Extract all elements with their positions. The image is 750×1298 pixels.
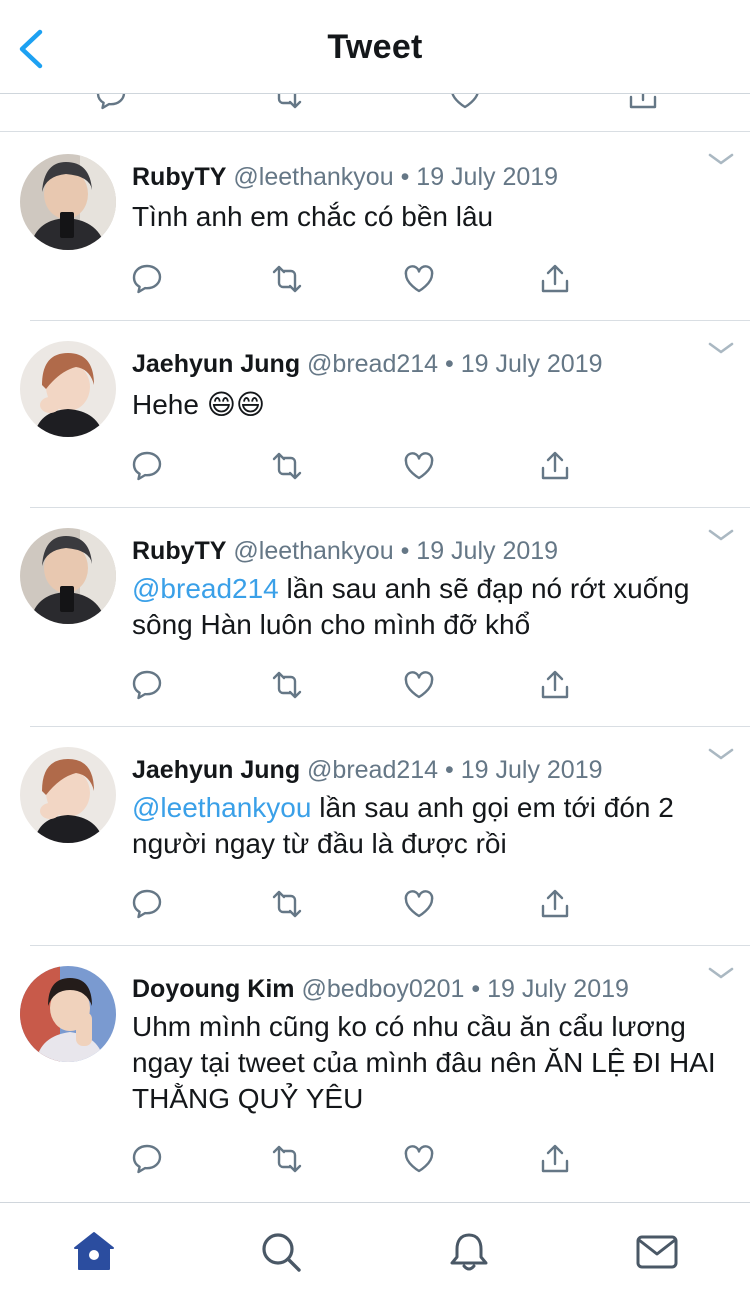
tweet[interactable]: RubyTY @leethankyou • 19 July 2019 @brea… [0,508,750,727]
tweet-date[interactable]: 19 July 2019 [487,975,629,1003]
tweet-date[interactable]: 19 July 2019 [461,756,603,784]
tweet-header: Doyoung Kim @bedboy0201 • 19 July 2019 [132,974,629,1004]
tweet-text: @bread214 lần sau anh sẽ đạp nó rớt xuốn… [132,571,732,643]
avatar-photo [20,528,116,624]
tweet[interactable]: RubyTY @leethankyou • 19 July 2019 Tình … [0,132,750,321]
top-bar: Tweet [0,0,750,94]
share-icon[interactable] [538,668,572,702]
avatar-photo [20,966,116,1062]
share-icon[interactable] [538,1142,572,1176]
like-icon[interactable] [402,262,436,296]
author-name[interactable]: Jaehyun Jung [132,756,300,784]
tweet-date[interactable]: 19 July 2019 [416,537,558,565]
reply-icon[interactable] [130,449,164,483]
chevron-down-icon[interactable] [708,747,734,761]
author-handle[interactable]: @bread214 [307,756,438,784]
tweet-header: RubyTY @leethankyou • 19 July 2019 [132,162,558,192]
avatar-photo [20,341,116,437]
tweet[interactable]: Jaehyun Jung @bread214 • 19 July 2019 He… [0,321,750,508]
chevron-down-icon[interactable] [708,966,734,980]
author-name[interactable]: Doyoung Kim [132,975,295,1003]
tweet-actions [132,449,592,485]
mention-link[interactable]: @bread214 [132,573,279,604]
retweet-icon[interactable] [270,262,304,296]
avatar[interactable] [20,341,116,437]
avatar[interactable] [20,747,116,843]
tweet-header: Jaehyun Jung @bread214 • 19 July 2019 [132,349,603,379]
reply-icon[interactable] [130,262,164,296]
retweet-icon[interactable] [270,887,304,921]
author-handle[interactable]: @leethankyou [233,537,393,565]
tweet[interactable]: Jaehyun Jung @bread214 • 19 July 2019 @l… [0,727,750,946]
like-icon[interactable] [402,449,436,483]
tab-notifications[interactable] [446,1229,492,1275]
separator-dot: • [400,537,410,565]
previous-tweet-actions [0,94,750,132]
separator-dot: • [400,163,410,191]
search-icon [262,1233,301,1272]
author-handle[interactable]: @bedboy0201 [301,975,464,1003]
tweet-text-content: Uhm mình cũng ko có nhu cầu ăn cẩu lương… [132,1011,716,1114]
tweet-text: Tình anh em chắc có bền lâu [132,199,732,235]
separator-dot: • [445,756,454,784]
reply-icon[interactable] [130,668,164,702]
notifications-icon [450,1233,488,1271]
author-handle[interactable]: @leethankyou [233,163,393,191]
messages-icon [636,1235,678,1269]
tweet-text: Uhm mình cũng ko có nhu cầu ăn cẩu lương… [132,1009,732,1117]
retweet-icon[interactable] [270,1142,304,1176]
mention-link[interactable]: @leethankyou [132,792,311,823]
share-icon[interactable] [538,449,572,483]
chevron-down-icon[interactable] [708,528,734,542]
retweet-icon[interactable] [270,668,304,702]
avatar-photo [20,747,116,843]
reply-icon[interactable] [94,94,128,112]
chevron-down-icon[interactable] [708,341,734,355]
author-name[interactable]: RubyTY [132,163,226,191]
tweet-text-content: Hehe 😄😄 [132,389,266,420]
tweet-header: Jaehyun Jung @bread214 • 19 July 2019 [132,755,603,785]
share-icon[interactable] [626,94,660,112]
avatar[interactable] [20,154,116,250]
reply-icon[interactable] [130,1142,164,1176]
author-name[interactable]: RubyTY [132,537,226,565]
author-name[interactable]: Jaehyun Jung [132,350,300,378]
tweet-actions [132,887,592,923]
avatar[interactable] [20,528,116,624]
tweet-actions [132,1142,592,1178]
bottom-tab-bar [0,1202,750,1298]
like-icon[interactable] [402,887,436,921]
tab-search[interactable] [258,1229,304,1275]
tweet[interactable]: Doyoung Kim @bedboy0201 • 19 July 2019 U… [0,946,750,1202]
tweet-date[interactable]: 19 July 2019 [416,163,558,191]
tweet-header: RubyTY @leethankyou • 19 July 2019 [132,536,558,566]
like-icon[interactable] [402,1142,436,1176]
like-icon[interactable] [402,668,436,702]
like-icon[interactable] [448,94,482,112]
retweet-icon[interactable] [270,94,304,112]
separator-dot: • [471,975,481,1003]
tweet-date[interactable]: 19 July 2019 [461,350,603,378]
tab-messages[interactable] [634,1229,680,1275]
author-handle[interactable]: @bread214 [307,350,438,378]
avatar[interactable] [20,966,116,1062]
separator-dot: • [445,350,454,378]
tweet-actions [132,262,592,298]
tweet-text-content: Tình anh em chắc có bền lâu [132,201,494,232]
avatar-photo [20,154,116,250]
tweet-text: @leethankyou lần sau anh gọi em tới đón … [132,790,732,862]
tweet-actions [132,668,592,704]
page-title: Tweet [327,28,423,66]
reply-icon[interactable] [130,887,164,921]
share-icon[interactable] [538,887,572,921]
share-icon[interactable] [538,262,572,296]
chevron-down-icon[interactable] [708,152,734,166]
retweet-icon[interactable] [270,449,304,483]
home-icon [74,1232,114,1270]
tweet-text: Hehe 😄😄 [132,387,732,423]
tab-home[interactable] [71,1229,117,1275]
